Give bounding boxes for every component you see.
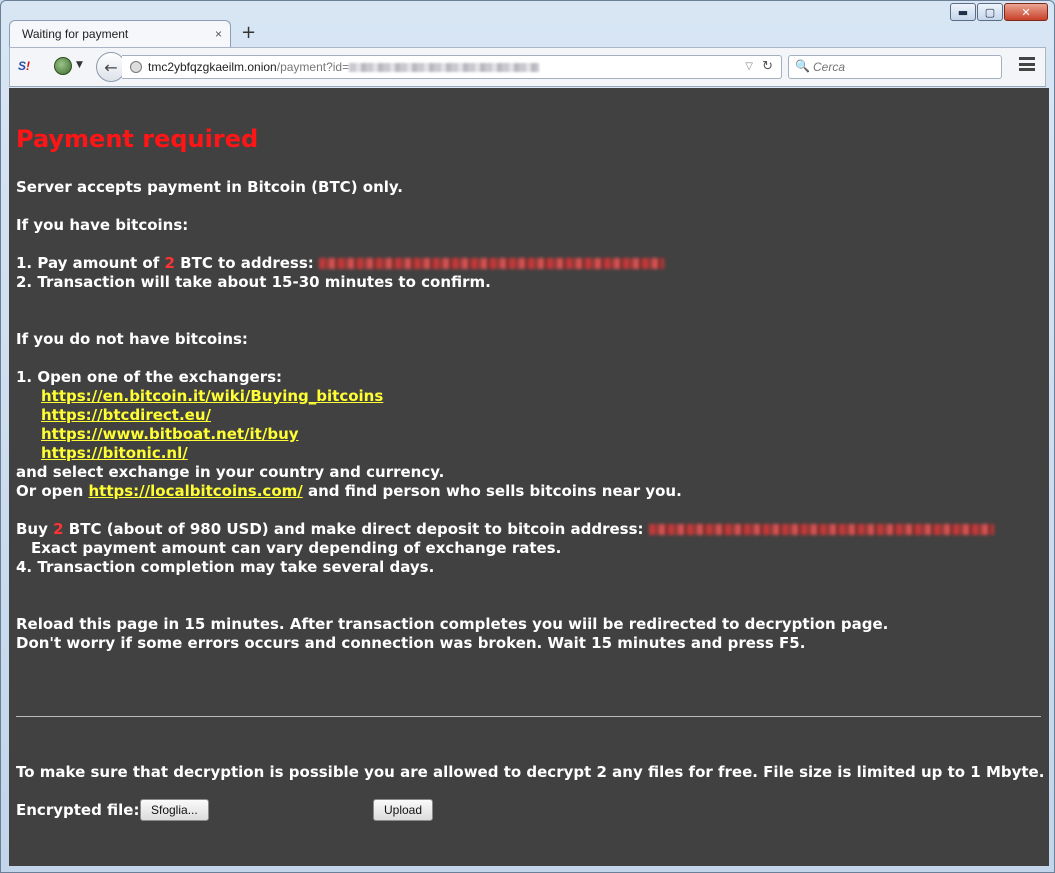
window-caption-buttons: ▬ ▢ ✕ [950,3,1048,21]
or-open-prefix: Or open [16,482,84,500]
page-title: Payment required [16,125,259,153]
url-history-dropdown-icon[interactable]: ▽ [745,61,753,72]
close-window-button[interactable]: ✕ [1004,3,1048,21]
globe-icon [130,61,142,73]
exact-amount-text: Exact payment amount can vary depending … [31,539,562,557]
exchanger-link-item: https://btcdirect.eu/ [41,406,211,425]
buy-line: Buy 2 BTC (about of 980 USD) and make di… [16,520,994,539]
or-open-line: Or open https://localbitcoins.com/ and f… [16,482,682,501]
tab-close-icon[interactable]: × [215,27,222,41]
navigation-toolbar: S! ▼ ← tmc2ybfqzgkaeilm.onion/payment?id… [9,47,1046,87]
exchanger-link[interactable]: https://en.bitcoin.it/wiki/Buying_bitcoi… [41,387,383,405]
exchanger-link[interactable]: https://btcdirect.eu/ [41,406,211,424]
have-bitcoins-heading: If you have bitcoins: [16,216,189,234]
exchanger-link[interactable]: https://www.bitboat.net/it/buy [41,425,299,443]
btc-amount: 2 [164,254,175,272]
url-bar[interactable]: tmc2ybfqzgkaeilm.onion/payment?id= ▽ ↻ [122,55,782,79]
tab-waiting-for-payment[interactable]: Waiting for payment × [9,20,231,47]
encrypted-file-label: Encrypted file: [16,801,140,819]
localbitcoins-link[interactable]: https://localbitcoins.com/ [89,482,303,500]
have-step-1-suffix: BTC to address: [180,254,314,272]
extension-s-letter: S [18,59,27,73]
bitcoin-address-redacted [319,258,665,269]
exchanger-link-item: https://bitonic.nl/ [41,444,188,463]
browse-file-button[interactable]: Sfoglia... [140,799,209,821]
hamburger-menu-icon[interactable] [1019,57,1035,71]
tab-title: Waiting for payment [22,27,129,41]
search-bar[interactable]: 🔍 [788,55,1002,79]
url-path: /payment?id= [276,60,350,74]
worry-note: Don't worry if some errors occurs and co… [16,634,806,652]
or-open-suffix: and find person who sells bitcoins near … [307,482,682,500]
search-input[interactable] [813,59,993,75]
bitcoin-address-redacted [648,524,994,535]
exchanger-link[interactable]: https://bitonic.nl/ [41,444,188,462]
url-redacted-id [349,63,540,73]
search-icon: 🔍 [795,59,810,73]
have-step-2: 2. Transaction will take about 15-30 min… [16,273,491,291]
maximize-button[interactable]: ▢ [977,3,1003,21]
page-content: Payment required Server accepts payment … [9,88,1049,866]
browser-window: ▬ ▢ ✕ Waiting for payment × + S! ▼ ← tmc… [0,0,1055,873]
buy-suffix: BTC (about of 980 USD) and make direct d… [68,520,644,538]
exchanger-link-item: https://en.bitcoin.it/wiki/Buying_bitcoi… [41,387,383,406]
decrypt-note: To make sure that decryption is possible… [16,763,1045,781]
minimize-button[interactable]: ▬ [950,3,976,21]
reload-note: Reload this page in 15 minutes. After tr… [16,615,889,633]
buy-btc-amount: 2 [53,520,64,538]
select-exchange-text: and select exchange in your country and … [16,463,445,481]
url-text[interactable]: tmc2ybfqzgkaeilm.onion/payment?id= [148,60,540,74]
have-step-1: 1. Pay amount of 2 BTC to address: [16,254,665,273]
extension-s-mark: ! [26,59,31,73]
intro-text: Server accepts payment in Bitcoin (BTC) … [16,178,403,196]
extension-s-icon[interactable]: S! [18,59,30,73]
reload-icon[interactable]: ↻ [762,59,773,74]
divider [16,716,1041,717]
not-have-step-1: 1. Open one of the exchangers: [16,368,283,386]
step-4-text: 4. Transaction completion may take sever… [16,558,435,576]
tab-strip: Waiting for payment × + [9,19,256,47]
buy-prefix: Buy [16,520,48,538]
chevron-down-icon[interactable]: ▼ [76,60,83,70]
upload-button[interactable]: Upload [373,799,434,821]
url-host: tmc2ybfqzgkaeilm.onion [148,60,277,74]
have-step-1-prefix: 1. Pay amount of [16,254,160,272]
not-have-bitcoins-heading: If you do not have bitcoins: [16,330,248,348]
exchanger-link-item: https://www.bitboat.net/it/buy [41,425,299,444]
onion-extension-icon[interactable] [54,57,72,75]
new-tab-button[interactable]: + [241,22,256,43]
